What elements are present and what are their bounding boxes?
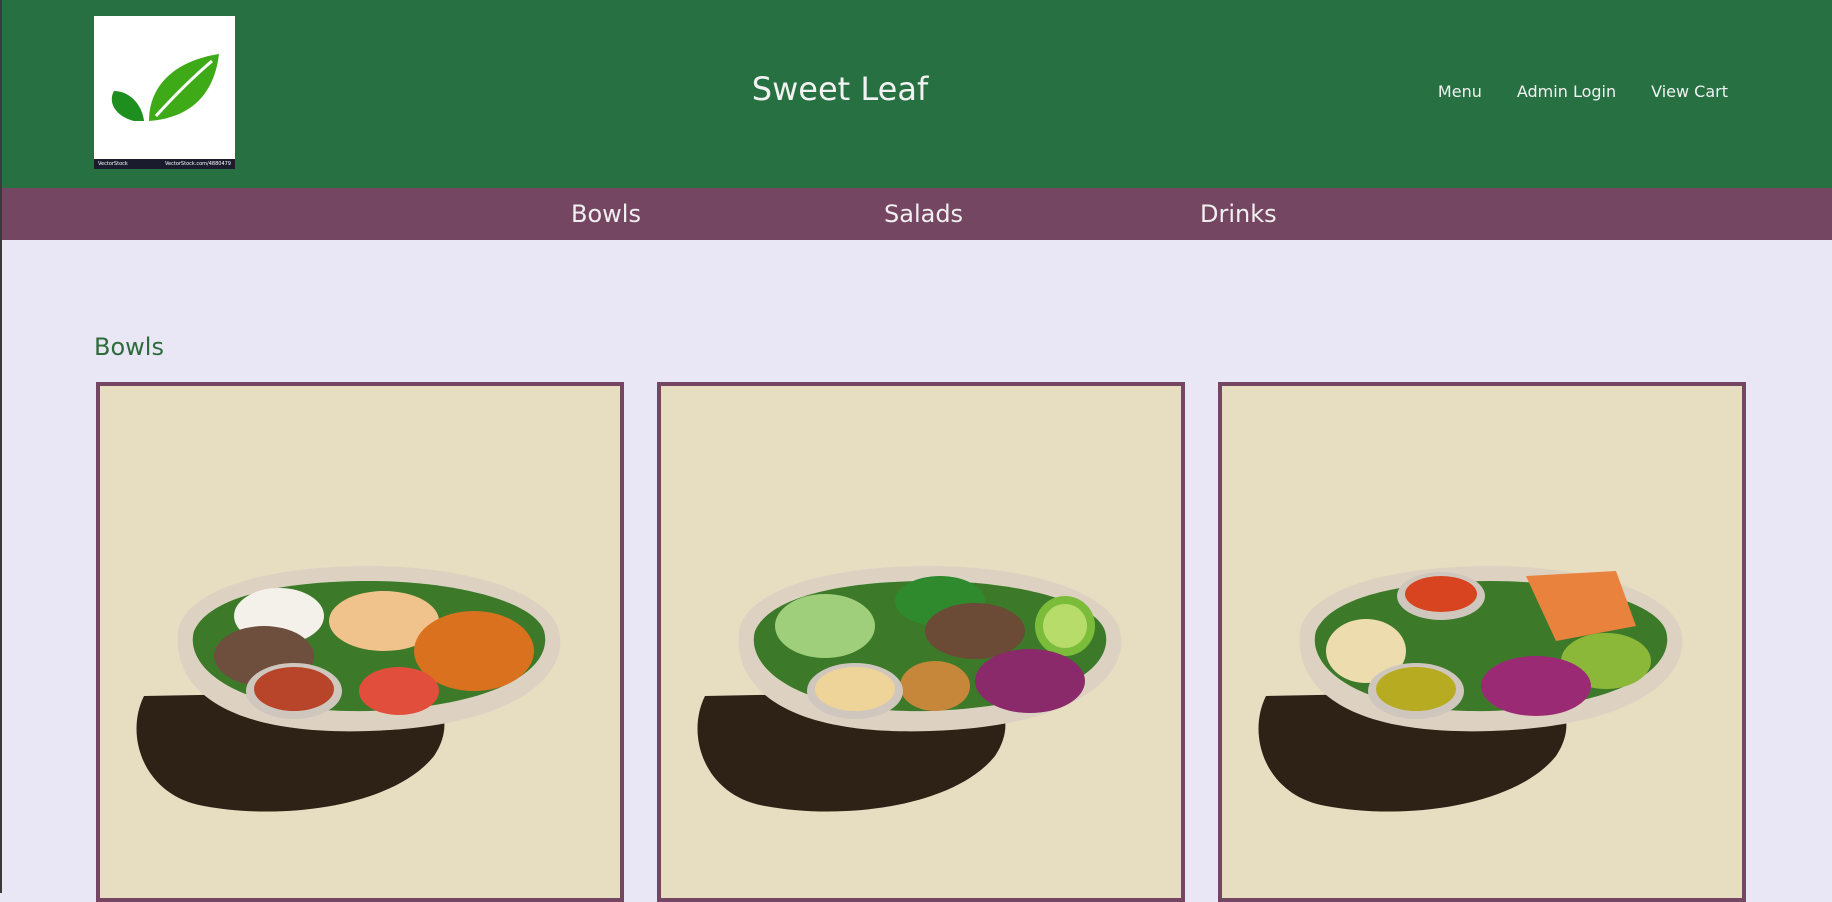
bowl-image-3 [1258,566,1683,812]
nav-menu-link[interactable]: Menu [1438,82,1482,101]
category-drinks[interactable]: Drinks [1200,200,1277,228]
logo-watermark: VectorStock VectorStock.com/4880479 [94,159,235,169]
section-heading: Bowls [94,333,164,361]
top-nav: Menu Admin Login View Cart [1438,82,1728,101]
sauce-cup-2 [815,667,895,711]
product-card-1[interactable] [96,382,624,902]
bowl-image-1 [136,566,561,812]
product-card-2[interactable] [657,382,1185,902]
product-card-3[interactable] [1218,382,1746,902]
site-title: Sweet Leaf [751,70,929,108]
leaf-icon [111,54,219,121]
nav-view-cart-link[interactable]: View Cart [1651,82,1728,101]
site-header: VectorStock VectorStock.com/4880479 Swee… [2,0,1832,188]
leaf-logo[interactable]: VectorStock VectorStock.com/4880479 [94,16,235,169]
nav-admin-login-link[interactable]: Admin Login [1517,82,1616,101]
bowl-image-2 [697,566,1122,812]
sauce-cup-3 [1376,667,1456,711]
sauce-cup-1 [254,667,334,711]
logo-watermark-right: VectorStock.com/4880479 [165,161,231,167]
category-bowls[interactable]: Bowls [571,200,641,228]
logo-watermark-left: VectorStock [98,161,128,167]
category-bar: Bowls Salads Drinks [2,188,1832,240]
category-salads[interactable]: Salads [884,200,963,228]
